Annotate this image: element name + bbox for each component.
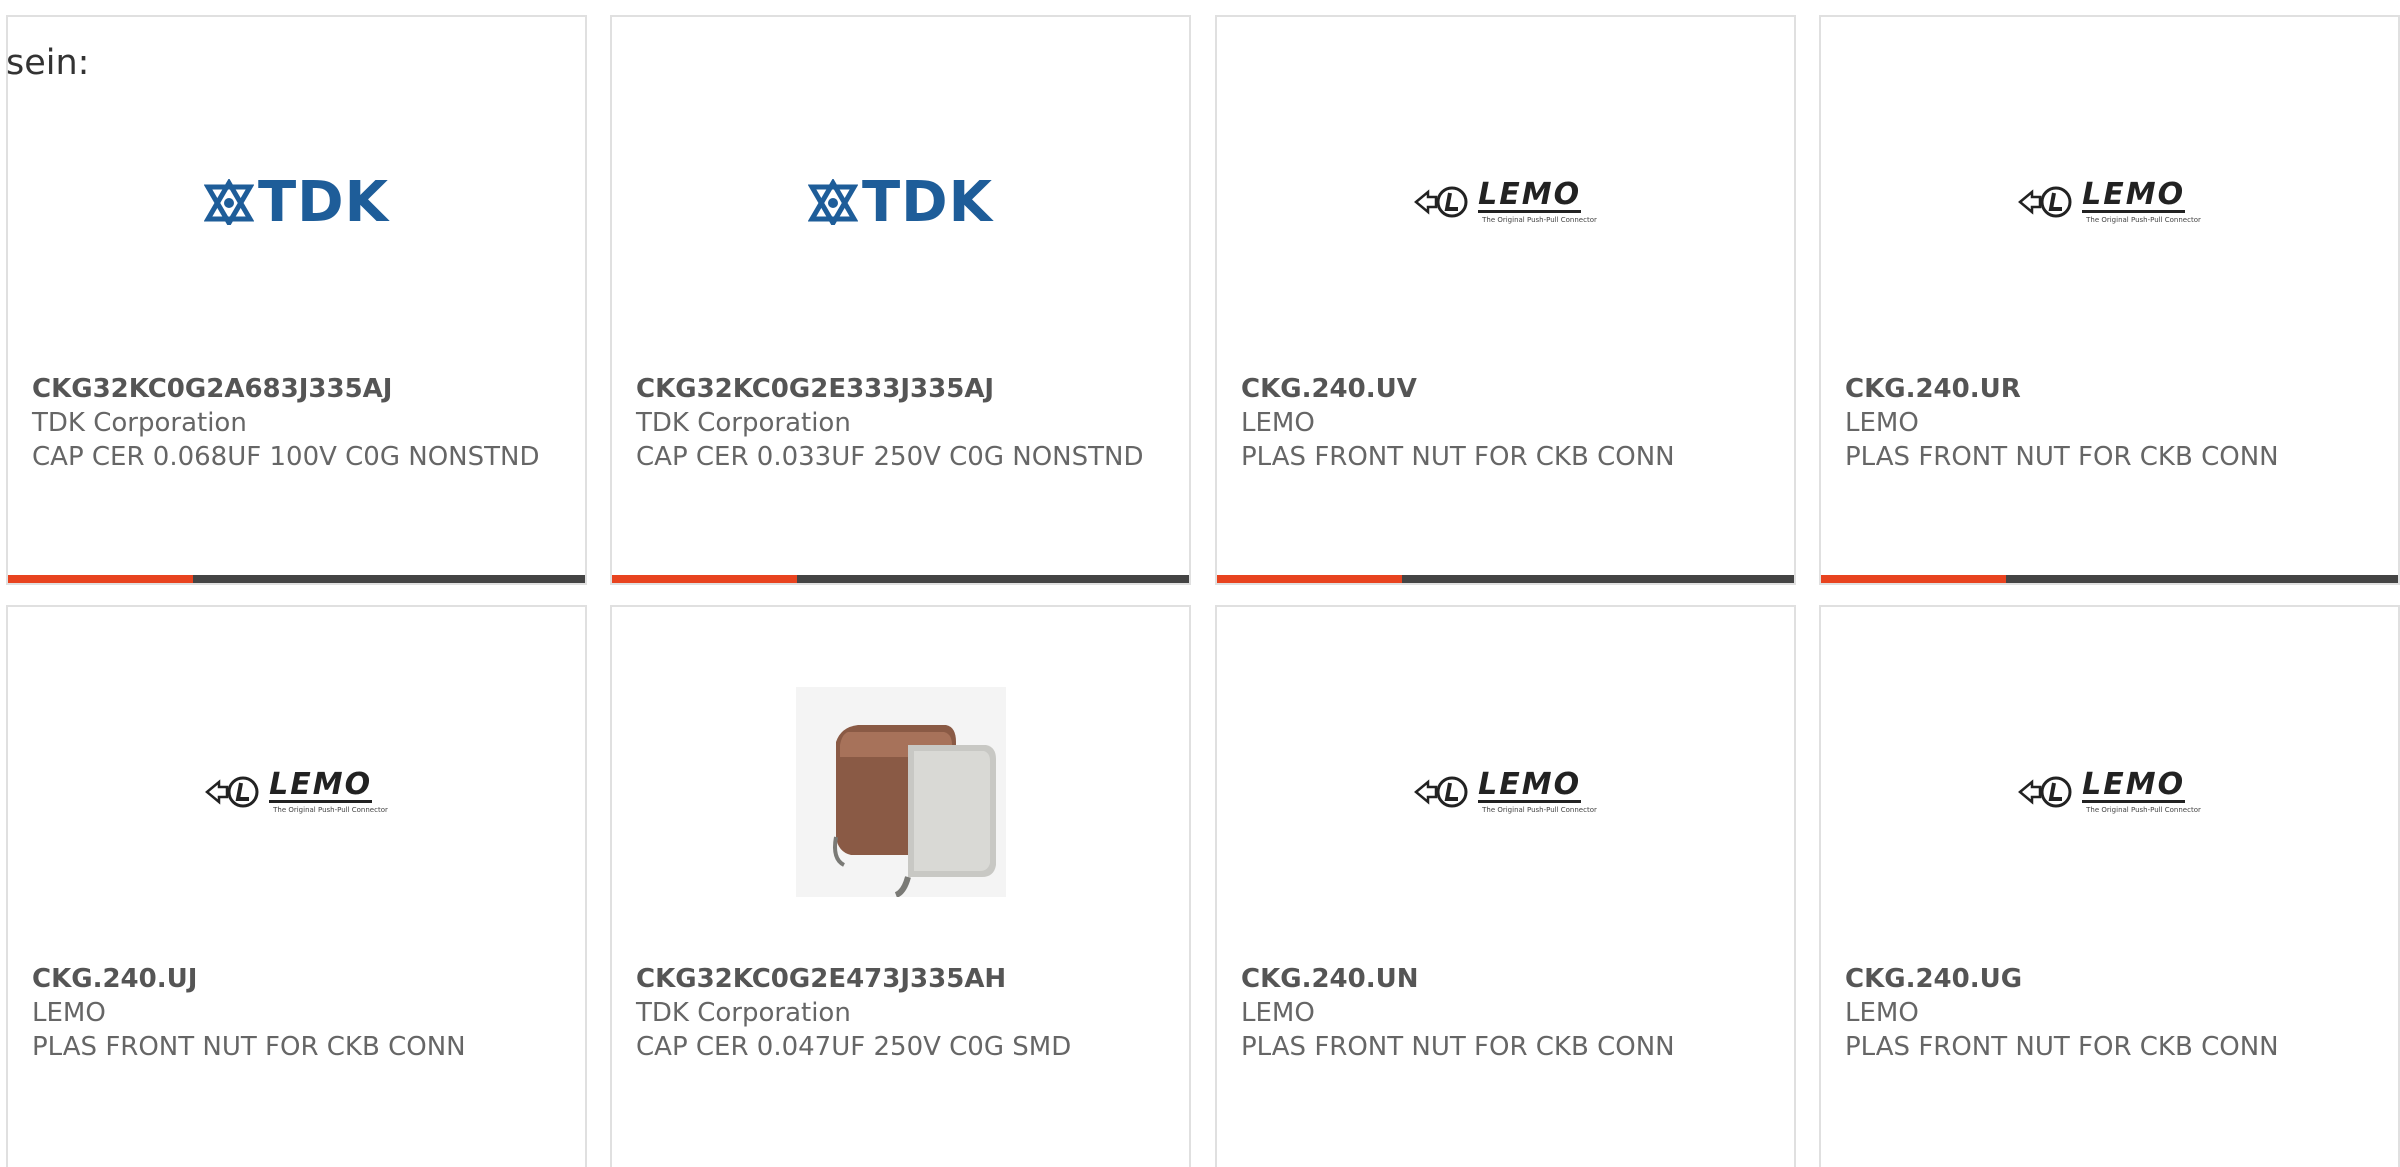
part-number[interactable]: CKG32KC0G2E333J335AJ (636, 372, 1169, 406)
product-card[interactable]: TDK CKG32KC0G2E333J335AJ TDK Corporation C… (610, 15, 1191, 585)
manufacturer: LEMO (1241, 408, 1315, 438)
product-image[interactable]: LEMO The Original Push-Pull Connector (1217, 77, 1794, 327)
progress-bar (1217, 575, 1794, 583)
description: CAP CER 0.033UF 250V C0G NONSTND (636, 442, 1144, 472)
manufacturer: LEMO (1241, 998, 1315, 1028)
lemo-tagline: The Original Push-Pull Connector (2086, 806, 2201, 814)
part-number[interactable]: CKG32KC0G2A683J335AJ (32, 372, 565, 406)
product-card[interactable]: LEMO The Original Push-Pull Connector CK… (1819, 605, 2400, 1167)
lemo-wordmark: LEMO (2082, 767, 2186, 803)
product-card[interactable]: LEMO The Original Push-Pull Connector CK… (1215, 605, 1796, 1167)
tdk-logo: TDK (807, 169, 994, 235)
manufacturer: TDK Corporation (32, 408, 247, 438)
progress-bar (8, 575, 585, 583)
product-image[interactable]: LEMO The Original Push-Pull Connector (1217, 667, 1794, 917)
lemo-tagline: The Original Push-Pull Connector (1482, 806, 1597, 814)
progress-bar-fill (612, 575, 797, 583)
product-info: CKG32KC0G2A683J335AJ TDK Corporation CAP C… (32, 372, 565, 474)
product-info: CKG32KC0G2E333J335AJ TDK Corporation CAP C… (636, 372, 1169, 474)
product-grid-page: sein: TDK CKG32KC0G2A683J335AJ TDK Corpor… (0, 0, 2400, 1167)
lemo-plug-icon (2018, 186, 2072, 218)
product-image[interactable]: LEMO The Original Push-Pull Connector (1821, 667, 2398, 917)
product-image[interactable] (612, 667, 1189, 917)
product-image[interactable]: TDK (8, 77, 585, 327)
product-image[interactable]: LEMO The Original Push-Pull Connector (1821, 77, 2398, 327)
lemo-logo: LEMO The Original Push-Pull Connector (2018, 770, 2201, 814)
product-info: CKG.240.UJ LEMO PLAS FRONT NUT FOR CKB CON… (32, 962, 565, 1064)
product-info: CKG.240.UV LEMO PLAS FRONT NUT FOR CKB CON… (1241, 372, 1774, 474)
part-number[interactable]: CKG32KC0G2E473J335AH (636, 962, 1169, 996)
manufacturer: TDK Corporation (636, 998, 851, 1028)
product-card[interactable]: LEMO The Original Push-Pull Connector CK… (6, 605, 587, 1167)
part-number[interactable]: CKG.240.UJ (32, 962, 565, 996)
lemo-plug-icon (1414, 776, 1468, 808)
progress-bar (1821, 575, 2398, 583)
lemo-tagline: The Original Push-Pull Connector (273, 806, 388, 814)
description: PLAS FRONT NUT FOR CKB CONN (1241, 442, 1675, 472)
lemo-wordmark: LEMO (1478, 767, 1582, 803)
product-card[interactable]: LEMO The Original Push-Pull Connector CK… (1215, 15, 1796, 585)
progress-bar-fill (8, 575, 193, 583)
manufacturer: TDK Corporation (636, 408, 851, 438)
tdk-wordmark: TDK (861, 169, 994, 235)
manufacturer: LEMO (1845, 998, 1919, 1028)
lemo-logo: LEMO The Original Push-Pull Connector (1414, 770, 1597, 814)
product-card[interactable]: TDK CKG32KC0G2A683J335AJ TDK Corporation C… (6, 15, 587, 585)
progress-bar (612, 575, 1189, 583)
description: CAP CER 0.047UF 250V C0G SMD (636, 1032, 1072, 1062)
lemo-plug-icon (205, 776, 259, 808)
tdk-wordmark: TDK (257, 169, 390, 235)
progress-bar-fill (1821, 575, 2006, 583)
lemo-logo: LEMO The Original Push-Pull Connector (1414, 180, 1597, 224)
product-info: CKG32KC0G2E473J335AH TDK Corporation CAP C… (636, 962, 1169, 1064)
lemo-wordmark: LEMO (1478, 177, 1582, 213)
product-card[interactable]: CKG32KC0G2E473J335AH TDK Corporation CAP C… (610, 605, 1191, 1167)
lemo-logo: LEMO The Original Push-Pull Connector (2018, 180, 2201, 224)
tdk-emblem-icon (807, 179, 858, 225)
lemo-tagline: The Original Push-Pull Connector (1482, 216, 1597, 224)
description: CAP CER 0.068UF 100V C0G NONSTND (32, 442, 540, 472)
capacitor-photo (795, 687, 1006, 897)
product-image[interactable]: LEMO The Original Push-Pull Connector (8, 667, 585, 917)
lemo-wordmark: LEMO (269, 767, 373, 803)
lemo-plug-icon (2018, 776, 2072, 808)
part-number[interactable]: CKG.240.UN (1241, 962, 1774, 996)
product-info: CKG.240.UG LEMO PLAS FRONT NUT FOR CKB CON… (1845, 962, 2378, 1064)
product-info: CKG.240.UN LEMO PLAS FRONT NUT FOR CKB CON… (1241, 962, 1774, 1064)
description: PLAS FRONT NUT FOR CKB CONN (1845, 442, 2279, 472)
tdk-logo: TDK (203, 169, 390, 235)
lemo-tagline: The Original Push-Pull Connector (2086, 216, 2201, 224)
description: PLAS FRONT NUT FOR CKB CONN (1241, 1032, 1675, 1062)
product-image[interactable]: TDK (612, 77, 1189, 327)
description: PLAS FRONT NUT FOR CKB CONN (1845, 1032, 2279, 1062)
part-number[interactable]: CKG.240.UG (1845, 962, 2378, 996)
product-info: CKG.240.UR LEMO PLAS FRONT NUT FOR CKB CON… (1845, 372, 2378, 474)
intro-text: sein: (6, 43, 90, 83)
lemo-wordmark: LEMO (2082, 177, 2186, 213)
part-number[interactable]: CKG.240.UR (1845, 372, 2378, 406)
product-card[interactable]: LEMO The Original Push-Pull Connector CK… (1819, 15, 2400, 585)
lemo-plug-icon (1414, 186, 1468, 218)
description: PLAS FRONT NUT FOR CKB CONN (32, 1032, 466, 1062)
manufacturer: LEMO (32, 998, 106, 1028)
part-number[interactable]: CKG.240.UV (1241, 372, 1774, 406)
tdk-emblem-icon (203, 179, 254, 225)
lemo-logo: LEMO The Original Push-Pull Connector (205, 770, 388, 814)
manufacturer: LEMO (1845, 408, 1919, 438)
progress-bar-fill (1217, 575, 1402, 583)
